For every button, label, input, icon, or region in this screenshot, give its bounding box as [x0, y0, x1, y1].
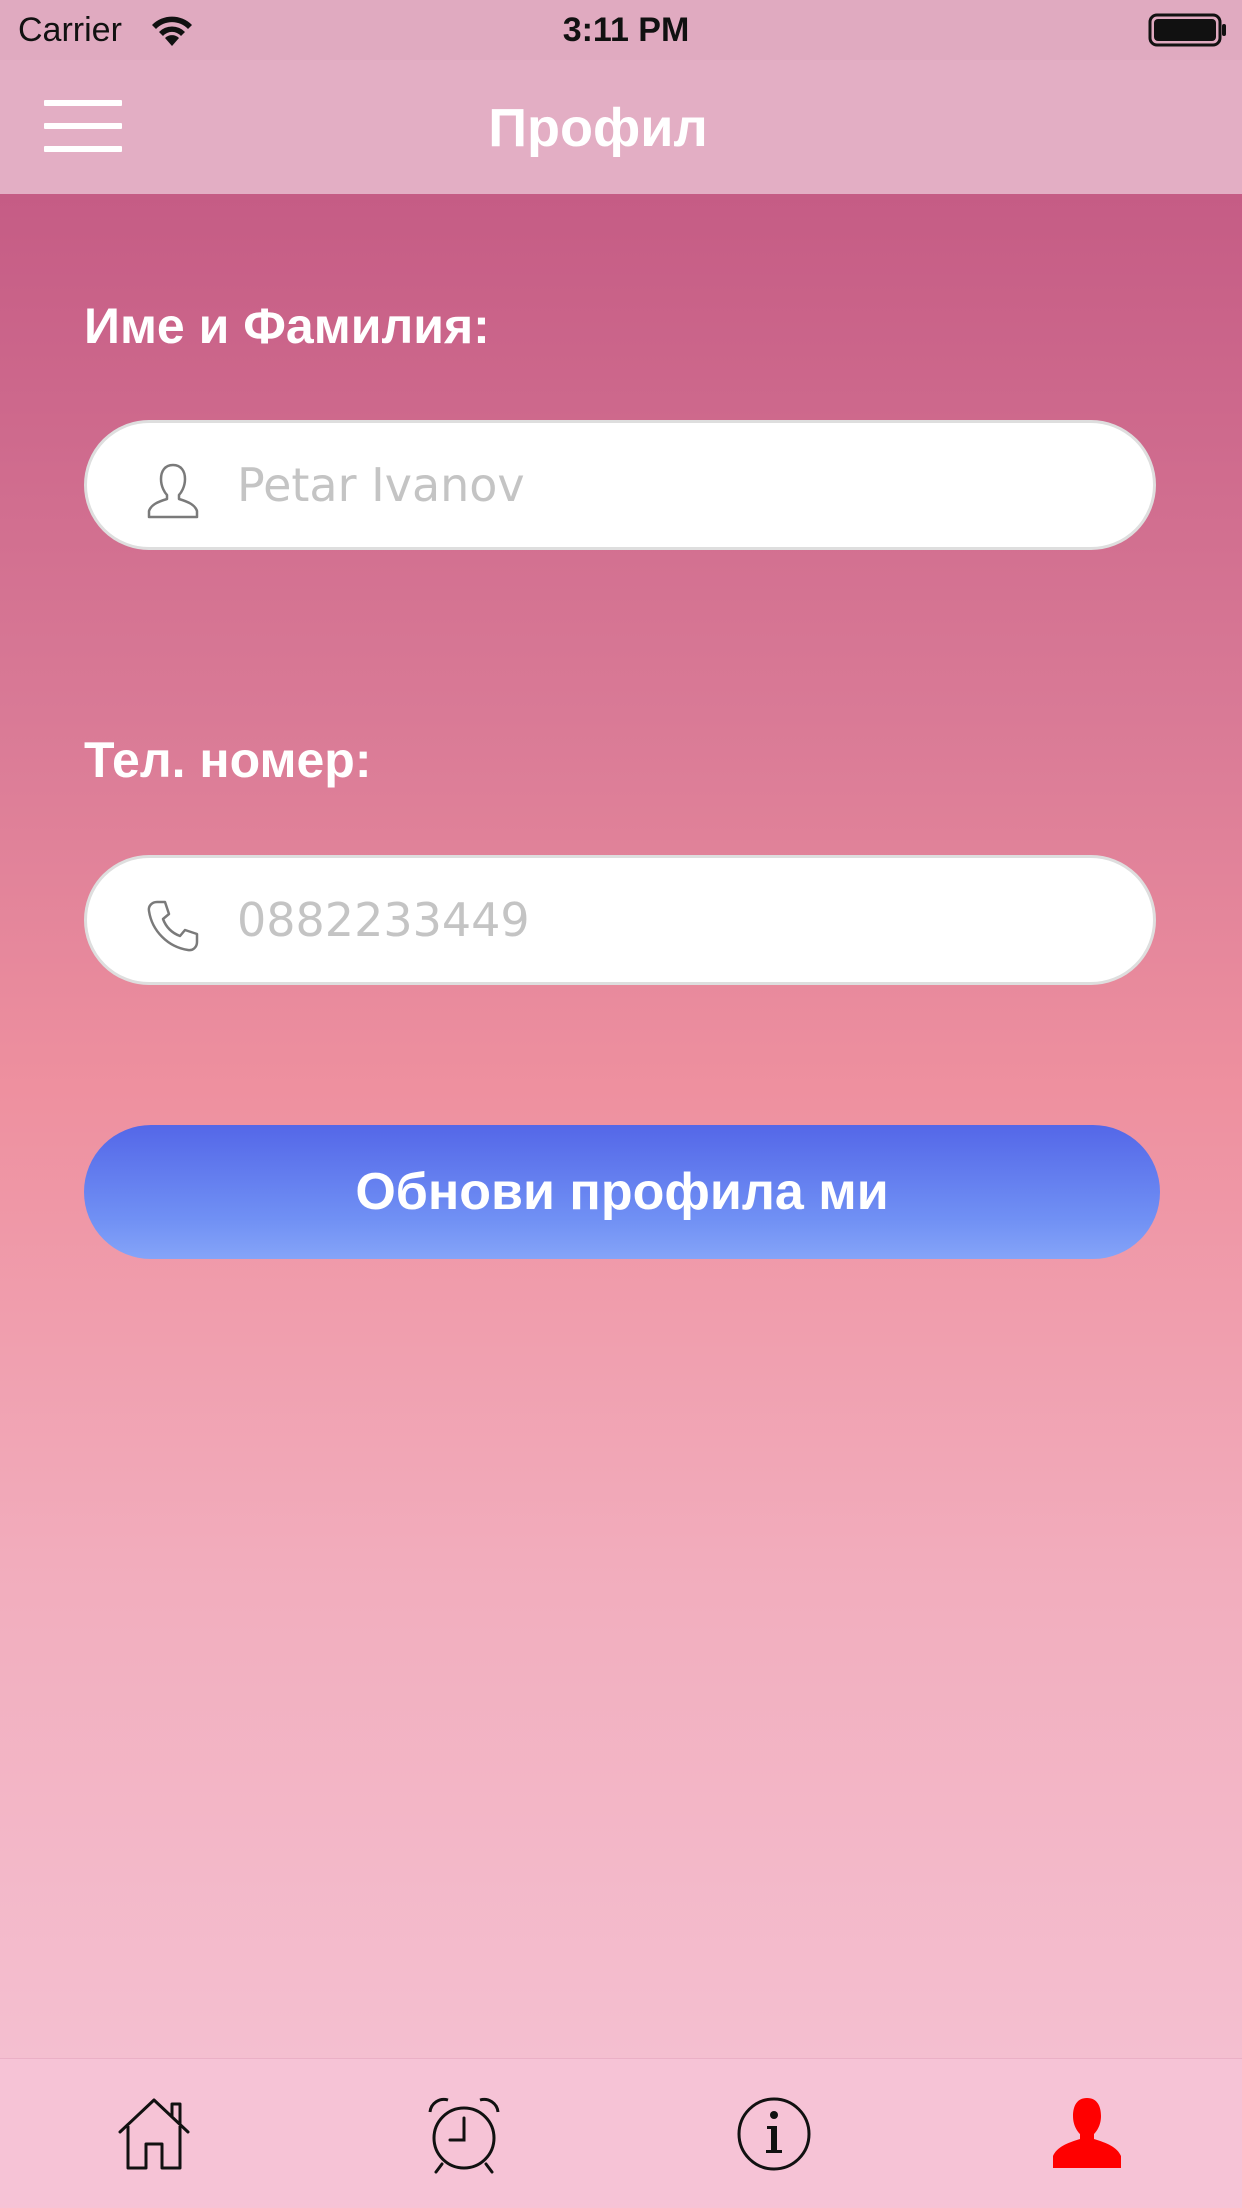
phone-field-container: [84, 855, 1156, 985]
battery-icon: [1148, 13, 1226, 47]
update-profile-button[interactable]: Обнови профила ми: [84, 1125, 1160, 1259]
tab-alarm[interactable]: [424, 2094, 504, 2174]
info-icon: [737, 2097, 811, 2171]
phone-input[interactable]: [237, 878, 1097, 962]
page-title: Профил: [488, 98, 708, 158]
name-field-container: [84, 420, 1156, 550]
status-time: 3:11 PM: [562, 11, 690, 49]
status-bar: Carrier 3:11 PM: [0, 0, 1242, 60]
name-label: Име и Фамилия:: [84, 298, 490, 354]
phone-handset-icon: [147, 900, 199, 952]
tab-bar: [0, 2058, 1242, 2208]
tab-info[interactable]: [734, 2094, 814, 2174]
profile-icon: [1053, 2098, 1121, 2168]
phone-label: Тел. номер:: [84, 732, 372, 788]
tab-profile[interactable]: [1047, 2094, 1127, 2174]
navigation-bar: Профил: [0, 60, 1242, 194]
profile-form-area: Име и Фамилия: Тел. номер: Обнови профил…: [0, 194, 1242, 2058]
alarm-clock-icon: [428, 2097, 500, 2174]
tab-home[interactable]: [114, 2094, 194, 2174]
user-silhouette-icon: [147, 463, 199, 519]
name-input[interactable]: [237, 443, 1097, 527]
home-icon: [118, 2098, 190, 2170]
